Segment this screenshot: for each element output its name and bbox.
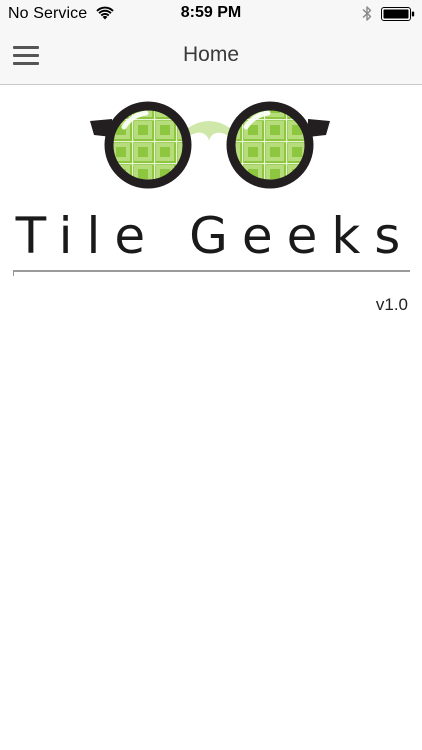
version-label: v1.0 bbox=[375, 295, 408, 314]
status-bar: No Service 8:59 PM bbox=[0, 0, 422, 28]
nav-title: Home bbox=[182, 43, 240, 66]
divider-tick bbox=[13, 270, 14, 276]
battery-icon bbox=[381, 7, 415, 21]
brand-name: Tile Geeks bbox=[15, 207, 415, 265]
glasses-logo-icon bbox=[90, 101, 330, 189]
navigation-bar: Home bbox=[0, 28, 422, 84]
status-time: 8:59 PM bbox=[180, 4, 242, 21]
divider bbox=[13, 270, 410, 272]
home-screen: No Service 8:59 PM Home Tile Geeks v1.0 bbox=[0, 0, 422, 750]
top-bar: No Service 8:59 PM Home bbox=[0, 0, 422, 85]
bluetooth-icon bbox=[362, 6, 372, 21]
